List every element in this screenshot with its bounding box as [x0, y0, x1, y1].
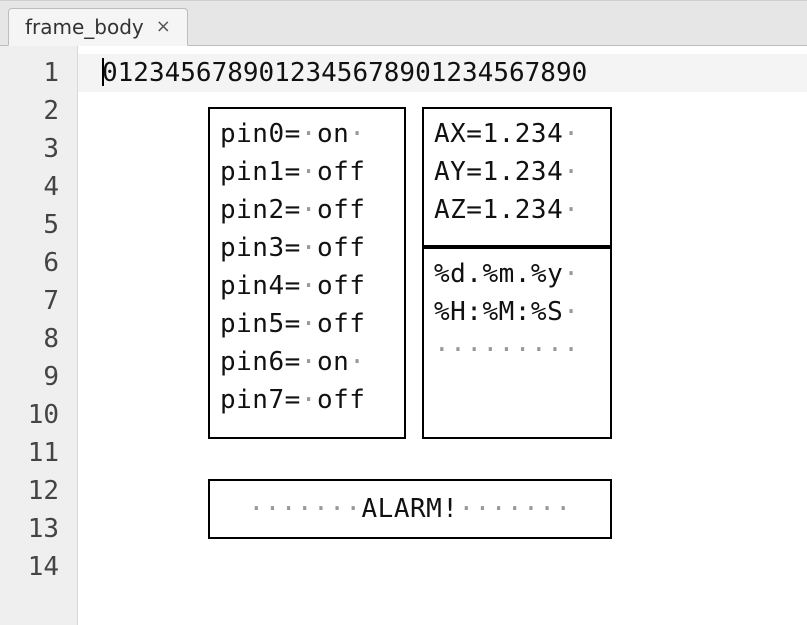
- alarm-panel: ·······ALARM!·······: [208, 479, 612, 539]
- accel-line: AX=1.234·: [434, 115, 600, 153]
- pin-line: pin2=·off: [220, 191, 394, 229]
- clock-line: %d.%m.%y·: [434, 255, 600, 293]
- line-number: 14: [0, 548, 77, 586]
- line-number: 8: [0, 320, 77, 358]
- accel-line: AY=1.234·: [434, 153, 600, 191]
- line-number: 5: [0, 206, 77, 244]
- pin-line: pin4=·off: [220, 267, 394, 305]
- line-number: 7: [0, 282, 77, 320]
- editor-line-14[interactable]: [78, 548, 807, 586]
- editor[interactable]: 1234567891011121314 01234567890123456789…: [0, 46, 807, 625]
- close-icon[interactable]: ×: [154, 18, 173, 36]
- accel-line: AZ=1.234·: [434, 191, 600, 229]
- line-number: 6: [0, 244, 77, 282]
- line-number: 3: [0, 130, 77, 168]
- tab-frame-body[interactable]: frame_body ×: [8, 8, 188, 46]
- line-number-gutter: 1234567891011121314: [0, 46, 78, 625]
- pin-line: pin7=·off: [220, 381, 394, 419]
- ruler-text: 0123456789012345678901234567890: [102, 58, 587, 88]
- pins-panel: pin0=·on·pin1=·offpin2=·offpin3=·offpin4…: [208, 107, 406, 439]
- clock-line: %H:%M:%S·: [434, 293, 600, 331]
- clock-panel: %d.%m.%y·%H:%M:%S··········: [422, 247, 612, 439]
- tab-bar: frame_body ×: [0, 0, 807, 46]
- line-number: 13: [0, 510, 77, 548]
- pin-line: pin0=·on·: [220, 115, 394, 153]
- clock-line: ·········: [434, 331, 600, 369]
- line-number: 2: [0, 92, 77, 130]
- line-number: 10: [0, 396, 77, 434]
- app-window: frame_body × 1234567891011121314 0123456…: [0, 0, 807, 625]
- accel-panel: AX=1.234·AY=1.234·AZ=1.234·: [422, 107, 612, 247]
- pin-line: pin3=·off: [220, 229, 394, 267]
- line-number: 4: [0, 168, 77, 206]
- editor-line-1[interactable]: 0123456789012345678901234567890: [78, 54, 807, 92]
- pin-line: pin1=·off: [220, 153, 394, 191]
- pin-line: pin6=·on·: [220, 343, 394, 381]
- editor-content[interactable]: 0123456789012345678901234567890 pin0=·on…: [78, 46, 807, 625]
- editor-line-11[interactable]: [78, 434, 807, 472]
- line-number: 1: [0, 54, 77, 92]
- alarm-text: ·······ALARM!·······: [220, 487, 600, 531]
- pin-line: pin5=·off: [220, 305, 394, 343]
- line-number: 11: [0, 434, 77, 472]
- line-number: 12: [0, 472, 77, 510]
- line-number: 9: [0, 358, 77, 396]
- tab-title: frame_body: [25, 15, 144, 39]
